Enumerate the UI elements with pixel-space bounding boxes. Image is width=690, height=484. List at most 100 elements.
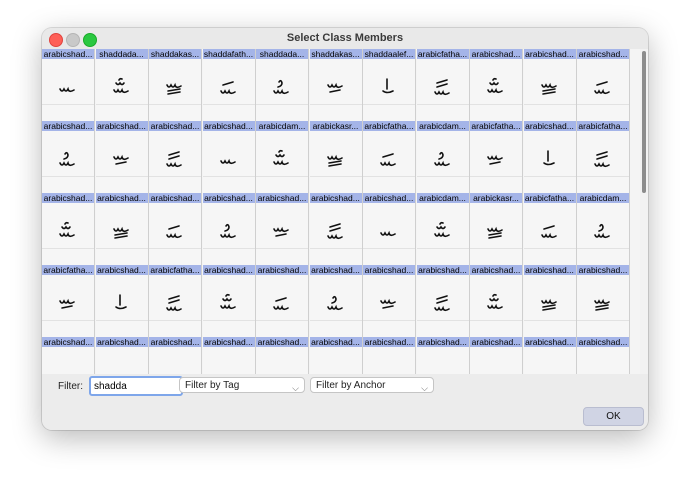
glyph-cell[interactable]: arabicshad... [42,193,95,265]
glyph-cell[interactable]: arabicshad... [42,121,95,193]
glyph-name-label: arabicdam... [577,193,629,203]
glyph-preview [42,131,94,193]
glyph-cell[interactable]: arabicshad... [149,121,202,193]
glyph-preview [577,347,629,374]
glyph-cell[interactable]: arabicfatha... [416,49,470,121]
glyph-grid[interactable]: arabicshad... shaddada... shaddakas... shad… [42,49,640,374]
glyph-cell[interactable]: shaddakas... [309,49,363,121]
ok-button[interactable]: OK [583,407,644,426]
glyph-cell[interactable]: arabicshad... [256,265,309,337]
arabic-glyph-icon [538,365,562,374]
arabic-glyph-icon [433,295,450,312]
glyph-name-label: arabicdam... [416,193,469,203]
glyph-cell[interactable]: arabicshad... [523,121,577,193]
glyph-preview [42,203,94,265]
glyph-cell[interactable]: shaddada... [95,49,149,121]
glyph-cell[interactable]: arabicfatha... [577,121,630,193]
glyph-name-label: arabicshad... [202,337,255,347]
glyph-cell[interactable]: arabicshad... [523,49,577,121]
glyph-preview [309,203,362,265]
glyph-cell[interactable]: arabicshad... [363,265,416,337]
glyph-preview [416,275,469,337]
glyph-cell[interactable]: arabicdam... [416,121,470,193]
glyph-name-label: shaddada... [256,49,308,59]
glyph-cell[interactable]: arabicshad... [523,337,577,374]
glyph-cell[interactable]: shaddada... [256,49,309,121]
glyph-cell[interactable]: arabicshad... [470,337,523,374]
glyph-name-label: arabicfatha... [149,265,201,275]
glyph-cell[interactable]: arabicshad... [202,265,256,337]
glyph-cell[interactable]: arabicshad... [256,337,309,374]
glyph-cell[interactable]: arabicshad... [577,265,630,337]
glyph-cell[interactable]: arabicfatha... [149,265,202,337]
glyph-name-label: arabicshad... [42,193,94,203]
glyph-preview [470,203,522,265]
arabic-glyph-icon [433,221,450,238]
glyph-preview [363,275,415,337]
arabic-glyph-icon [431,365,455,374]
glyph-cell[interactable]: arabicshad... [202,121,256,193]
glyph-cell[interactable]: arabicshad... [95,337,149,374]
filter-by-anchor-select[interactable]: Filter by Anchor ⌵ [310,377,434,393]
arabic-glyph-icon [163,365,187,374]
arabic-glyph-icon [166,225,182,239]
glyph-cell[interactable]: arabicshad... [577,337,630,374]
glyph-preview [309,347,362,374]
glyph-row: arabicshad... arabicshad... arabicshad... a… [42,337,640,374]
glyph-cell[interactable]: arabicshad... [256,193,309,265]
glyph-cell[interactable]: arabicshad... [95,121,149,193]
scrollbar-thumb[interactable] [642,51,646,193]
glyph-cell[interactable]: arabicshad... [42,49,95,121]
glyph-name-label: arabicshad... [42,49,94,59]
glyph-cell[interactable]: arabicshad... [470,49,523,121]
arabic-glyph-icon [114,294,127,310]
glyph-cell[interactable]: arabicshad... [202,193,256,265]
glyph-preview [202,59,255,121]
glyph-cell[interactable]: arabicshad... [95,193,149,265]
filter-by-tag-label: Filter by Tag [185,380,240,391]
glyph-cell[interactable]: arabicshad... [470,265,523,337]
glyph-cell[interactable]: arabicdam... [256,121,309,193]
glyph-cell[interactable]: arabickasr... [309,121,363,193]
glyph-cell[interactable]: arabicshad... [95,265,149,337]
glyph-cell[interactable]: shaddakas... [149,49,202,121]
glyph-cell[interactable]: arabicshad... [309,337,363,374]
arabic-glyph-icon [219,158,236,165]
glyph-cell[interactable]: arabicshad... [42,337,95,374]
glyph-preview [523,59,576,121]
arabic-glyph-icon [166,82,182,95]
filter-by-tag-select[interactable]: Filter by Tag ⌵ [179,377,305,393]
glyph-preview [95,203,148,265]
glyph-cell[interactable]: arabicdam... [577,193,630,265]
glyph-preview [202,347,255,374]
glyph-name-label: arabicfatha... [577,121,629,131]
glyph-cell[interactable]: arabicshad... [416,265,470,337]
chevron-down-icon: ⌵ [421,383,428,393]
glyph-cell[interactable]: arabicfatha... [470,121,523,193]
glyph-cell[interactable]: arabicfatha... [523,193,577,265]
glyph-cell[interactable]: arabicshad... [309,193,363,265]
glyph-cell[interactable]: arabicshad... [363,193,416,265]
glyph-preview [416,131,469,193]
glyph-cell[interactable]: arabicfatha... [363,121,416,193]
glyph-cell[interactable]: arabicshad... [309,265,363,337]
glyph-cell[interactable]: arabicshad... [523,265,577,337]
glyph-cell[interactable]: arabicdam... [416,193,470,265]
glyph-cell[interactable]: arabicshad... [363,337,416,374]
glyph-cell[interactable]: arabicshad... [202,337,256,374]
glyph-cell[interactable]: arabicfatha... [42,265,95,337]
glyph-preview [149,203,201,265]
filter-input[interactable] [89,376,183,396]
glyph-cell[interactable]: arabicshad... [149,337,202,374]
glyph-preview [149,347,201,374]
glyph-cell[interactable]: shaddaalef... [363,49,416,121]
vertical-scrollbar[interactable] [640,49,648,374]
glyph-name-label: arabicshad... [309,337,362,347]
filter-bar: Filter: Filter by Tag ⌵ Filter by Anchor… [42,374,648,430]
glyph-cell[interactable]: arabicshad... [577,49,630,121]
glyph-cell[interactable]: arabickasr... [470,193,523,265]
glyph-cell[interactable]: shaddafath... [202,49,256,121]
glyph-cell[interactable]: arabicshad... [416,337,470,374]
glyph-cell[interactable]: arabicshad... [149,193,202,265]
glyph-name-label: arabicfatha... [42,265,94,275]
